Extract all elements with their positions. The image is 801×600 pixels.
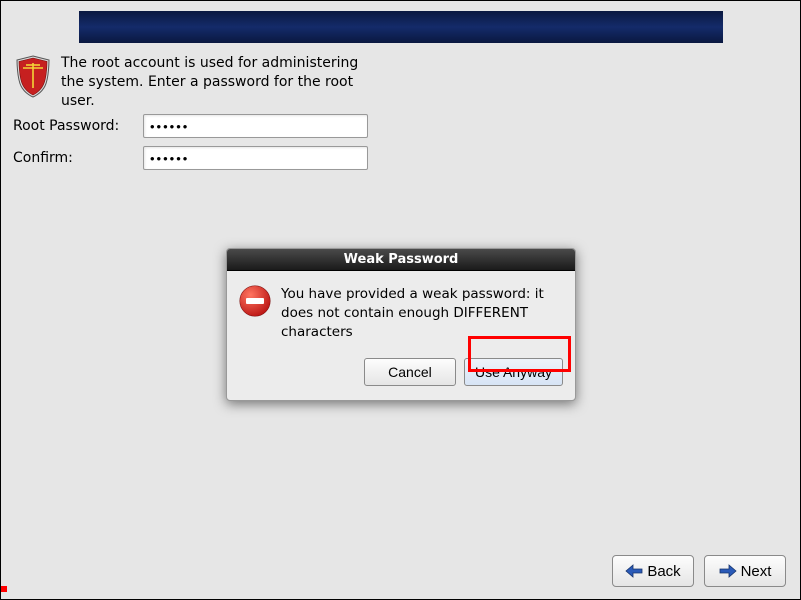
use-anyway-button-label: Use Anyway bbox=[475, 364, 552, 380]
confirm-password-input[interactable] bbox=[143, 146, 368, 170]
shield-icon bbox=[13, 54, 53, 98]
top-banner bbox=[79, 11, 723, 43]
annotation-highlight bbox=[1, 586, 7, 592]
weak-password-dialog: Weak Password You have provided a weak p… bbox=[226, 248, 576, 401]
error-icon bbox=[239, 285, 271, 317]
cancel-button[interactable]: Cancel bbox=[364, 358, 456, 386]
arrow-right-icon bbox=[719, 564, 737, 578]
intro-row: The root account is used for administeri… bbox=[13, 54, 381, 111]
back-button-label: Back bbox=[647, 563, 680, 580]
confirm-password-label: Confirm: bbox=[13, 150, 143, 166]
dialog-buttons: Cancel Use Anyway bbox=[227, 350, 575, 400]
root-password-row: Root Password: bbox=[13, 114, 368, 138]
arrow-left-icon bbox=[625, 564, 643, 578]
next-button[interactable]: Next bbox=[704, 555, 786, 587]
back-button[interactable]: Back bbox=[612, 555, 694, 587]
confirm-password-row: Confirm: bbox=[13, 146, 368, 170]
root-password-label: Root Password: bbox=[13, 118, 143, 134]
dialog-body: You have provided a weak password: it do… bbox=[227, 271, 575, 350]
root-password-input[interactable] bbox=[143, 114, 368, 138]
next-button-label: Next bbox=[741, 563, 772, 580]
dialog-message: You have provided a weak password: it do… bbox=[281, 285, 563, 342]
intro-text: The root account is used for administeri… bbox=[61, 54, 381, 111]
cancel-button-label: Cancel bbox=[388, 364, 432, 380]
dialog-title: Weak Password bbox=[227, 249, 575, 271]
use-anyway-button[interactable]: Use Anyway bbox=[464, 358, 563, 386]
